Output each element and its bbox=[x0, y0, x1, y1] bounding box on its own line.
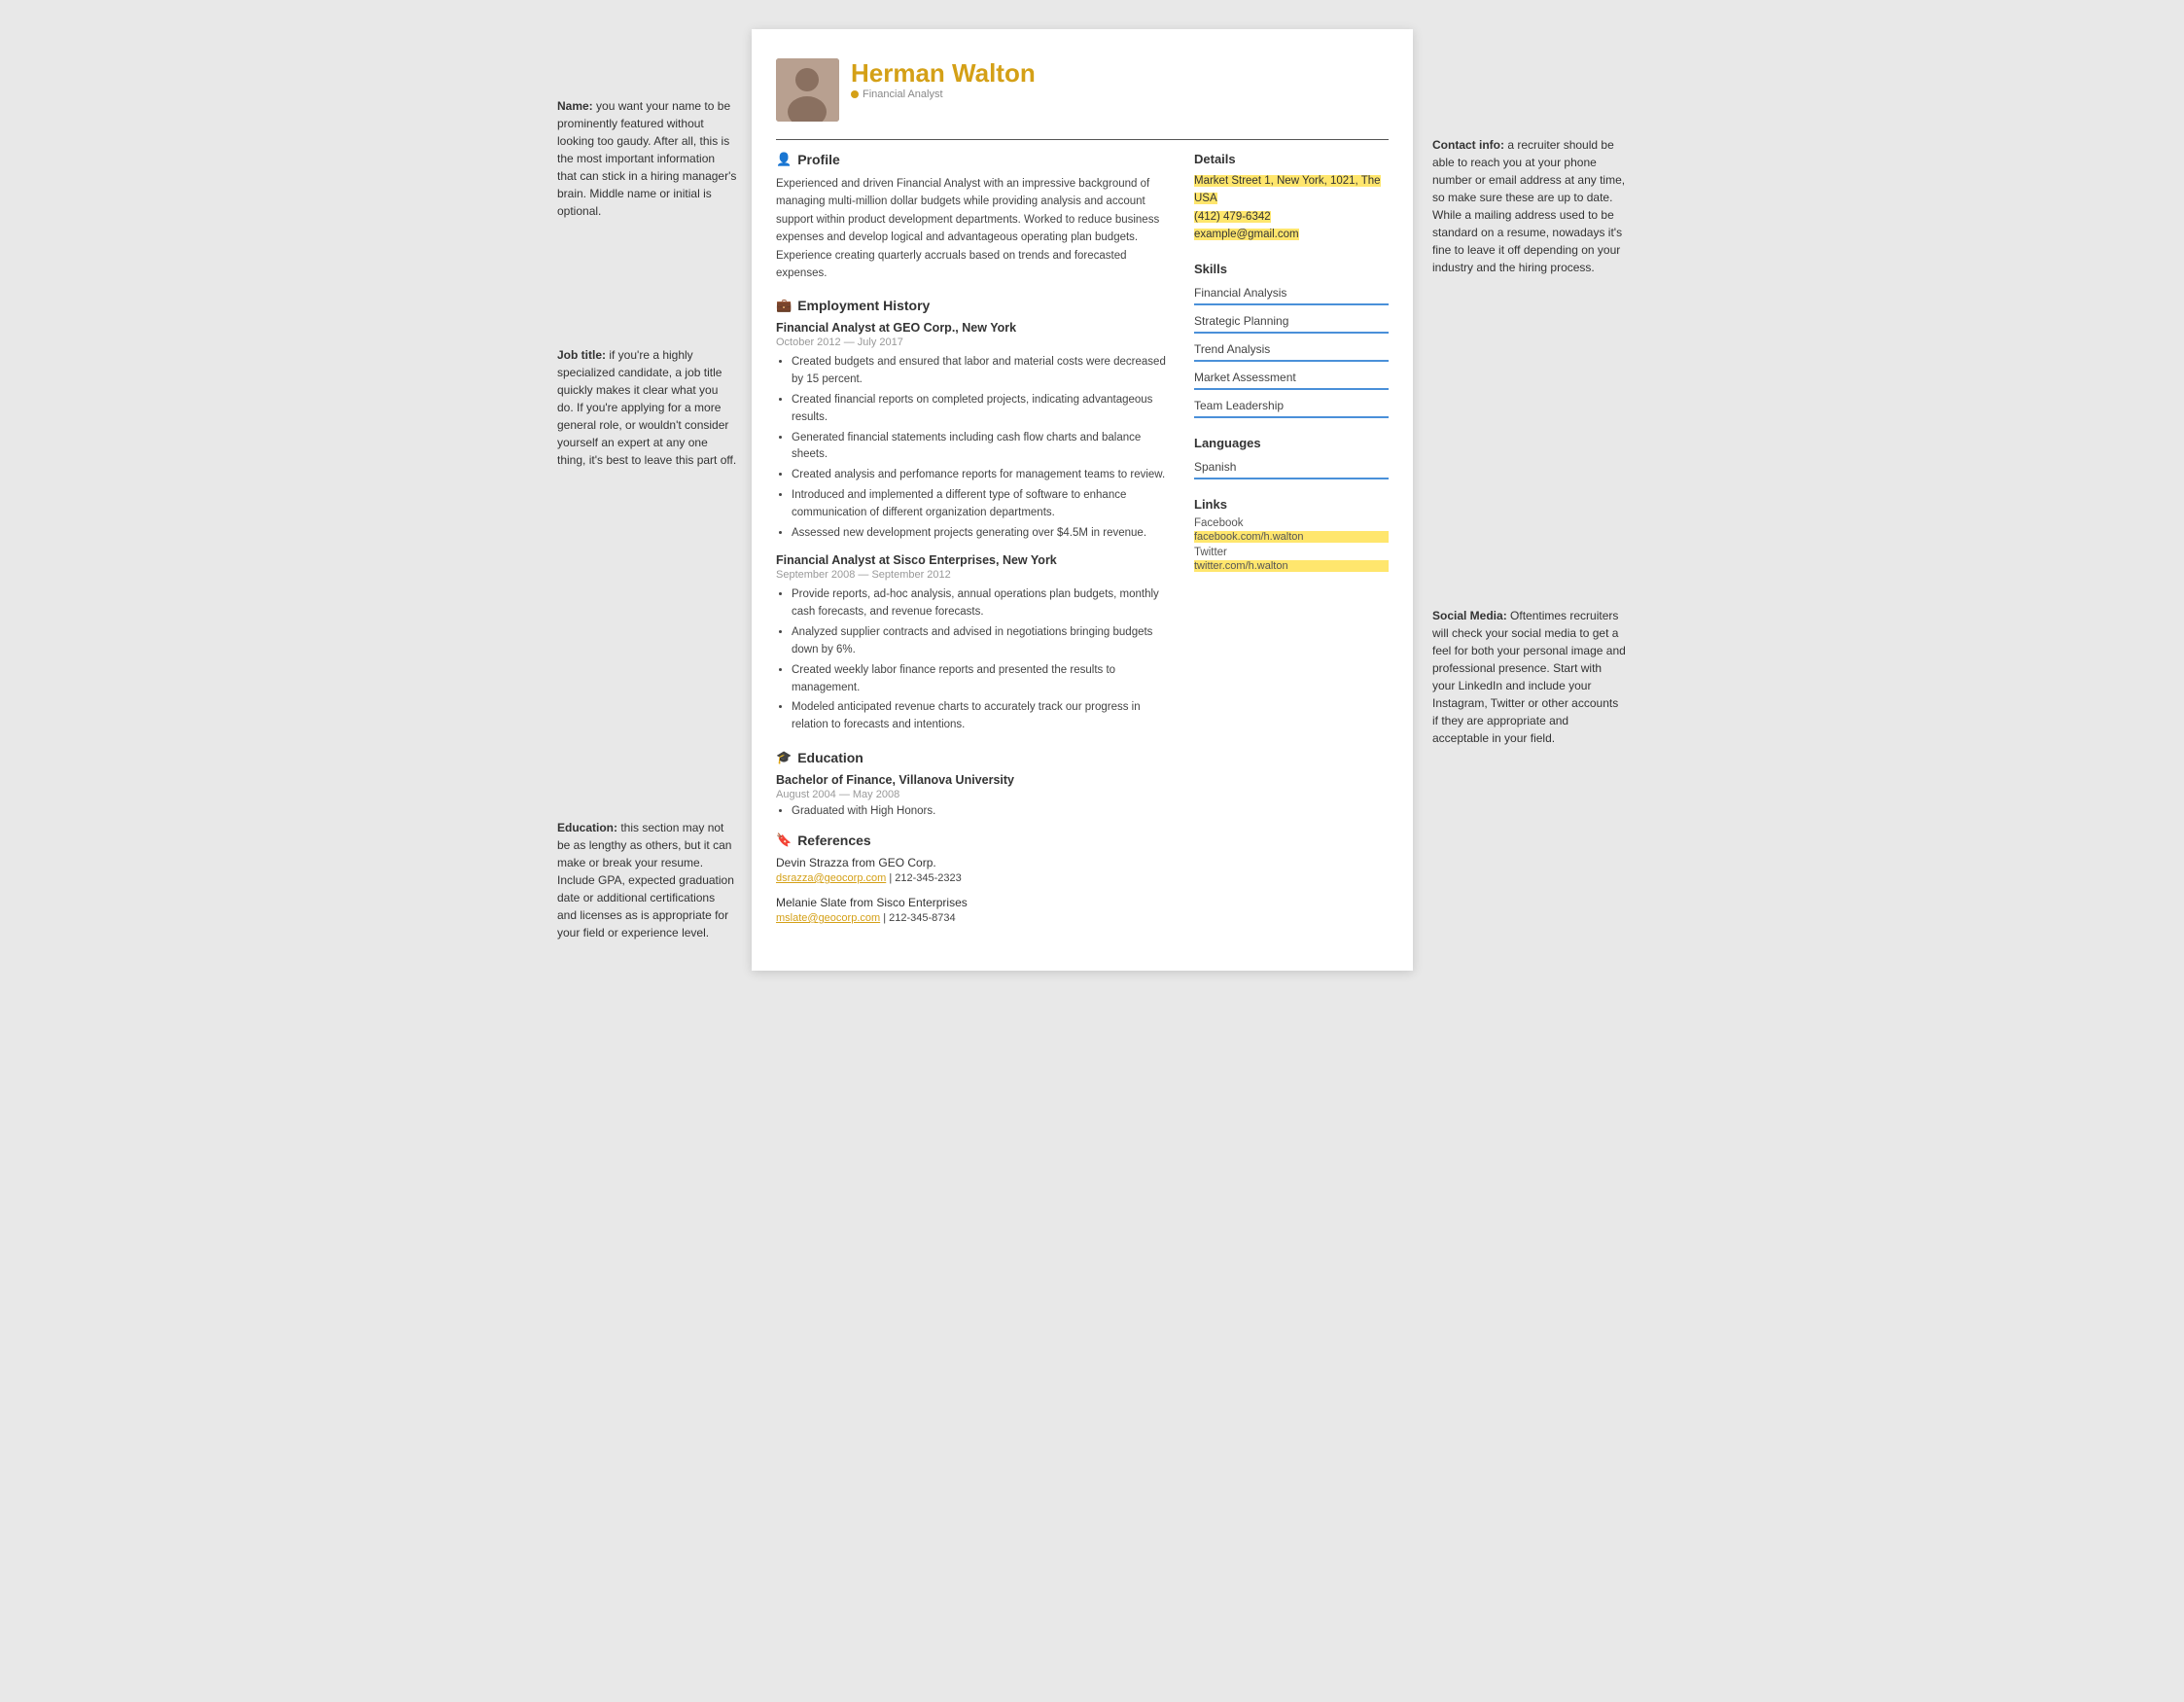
skills-title: Skills bbox=[1194, 262, 1389, 276]
education-label: Education: bbox=[557, 821, 617, 834]
contact-annotation-text: a recruiter should be able to reach you … bbox=[1432, 138, 1625, 274]
ref-2-phone: 212-345-8734 bbox=[889, 912, 956, 924]
job-1-dates: October 2012 — July 2017 bbox=[776, 337, 1175, 348]
education-icon: 🎓 bbox=[776, 750, 792, 765]
bullet: Created financial reports on completed p… bbox=[792, 392, 1175, 427]
left-annotations: Name: you want your name to be prominent… bbox=[557, 29, 752, 971]
bullet: Generated financial statements including… bbox=[792, 430, 1175, 465]
job-1-bullets: Created budgets and ensured that labor a… bbox=[776, 354, 1175, 542]
resume-body: 👤 Profile Experienced and driven Financi… bbox=[776, 152, 1389, 936]
link-1-platform: Facebook bbox=[1194, 517, 1389, 529]
candidate-avatar bbox=[776, 58, 839, 122]
bullet: Created budgets and ensured that labor a… bbox=[792, 354, 1175, 389]
resume-header: Herman Walton Financial Analyst bbox=[776, 58, 1389, 122]
header-text: Herman Walton Financial Analyst bbox=[851, 58, 1389, 100]
details-title: Details bbox=[1194, 152, 1389, 166]
employment-section-title: 💼 Employment History bbox=[776, 298, 1175, 313]
skill-5: Team Leadership bbox=[1194, 395, 1389, 418]
education-text: this section may not be as lengthy as ot… bbox=[557, 821, 734, 940]
contact-annotation: Contact info: a recruiter should be able… bbox=[1432, 136, 1627, 276]
avatar-image bbox=[776, 58, 839, 122]
job-title-annotation: Job title: if you're a highly specialize… bbox=[557, 346, 737, 469]
references-icon: 🔖 bbox=[776, 833, 792, 848]
bullet: Created analysis and perfomance reports … bbox=[792, 467, 1175, 484]
address-highlight: Market Street 1, New York, 1021, The USA bbox=[1194, 175, 1381, 204]
job-title-label: Job title: bbox=[557, 348, 606, 362]
language-1: Spanish bbox=[1194, 456, 1389, 479]
candidate-name: Herman Walton bbox=[851, 58, 1389, 89]
name-annotation-label: Name: bbox=[557, 99, 593, 113]
skill-1: Financial Analysis bbox=[1194, 282, 1389, 305]
contact-details: Market Street 1, New York, 1021, The USA… bbox=[1194, 172, 1389, 244]
ref-1-contact: dsrazza@geocorp.com | 212-345-2323 bbox=[776, 872, 1175, 884]
social-annotation: Social Media: Oftentimes recruiters will… bbox=[1432, 607, 1627, 747]
social-annotation-text: Oftentimes recruiters will check your so… bbox=[1432, 609, 1626, 745]
bullet: Modeled anticipated revenue charts to ac… bbox=[792, 699, 1175, 734]
name-annotation-text: you want your name to be prominently fea… bbox=[557, 99, 736, 218]
job-title-text: if you're a highly specialized candidate… bbox=[557, 348, 736, 467]
ref-1-phone: 212-345-2323 bbox=[895, 872, 962, 884]
bullet: Assessed new development projects genera… bbox=[792, 525, 1175, 543]
resume-sidebar: Details Market Street 1, New York, 1021,… bbox=[1194, 152, 1389, 936]
ref-2-email[interactable]: mslate@geocorp.com bbox=[776, 912, 880, 924]
resume-document: Herman Walton Financial Analyst 👤 Profil… bbox=[752, 29, 1413, 971]
bullet: Created weekly labor finance reports and… bbox=[792, 662, 1175, 697]
link-1-url[interactable]: facebook.com/h.walton bbox=[1194, 531, 1389, 543]
page-wrapper: Name: you want your name to be prominent… bbox=[557, 29, 1627, 971]
right-annotations: Contact info: a recruiter should be able… bbox=[1413, 29, 1627, 971]
edu-bullet: Graduated with High Honors. bbox=[792, 805, 1175, 817]
job-2-bullets: Provide reports, ad-hoc analysis, annual… bbox=[776, 586, 1175, 734]
profile-section-title: 👤 Profile bbox=[776, 152, 1175, 167]
candidate-title: Financial Analyst bbox=[851, 89, 1389, 100]
education-section-title: 🎓 Education bbox=[776, 750, 1175, 765]
skill-3: Trend Analysis bbox=[1194, 338, 1389, 362]
job-2-dates: September 2008 — September 2012 bbox=[776, 569, 1175, 581]
header-divider bbox=[776, 139, 1389, 140]
ref-1-name: Devin Strazza from GEO Corp. bbox=[776, 856, 1175, 869]
contact-annotation-label: Contact info: bbox=[1432, 138, 1504, 152]
education-annotation: Education: this section may not be as le… bbox=[557, 819, 737, 941]
link-2-platform: Twitter bbox=[1194, 547, 1389, 558]
job-2-title: Financial Analyst at Sisco Enterprises, … bbox=[776, 553, 1175, 567]
edu-degree: Bachelor of Finance, Villanova Universit… bbox=[776, 773, 1175, 787]
references-section-title: 🔖 References bbox=[776, 833, 1175, 848]
ref-1-email[interactable]: dsrazza@geocorp.com bbox=[776, 872, 886, 884]
job-1-title: Financial Analyst at GEO Corp., New York bbox=[776, 321, 1175, 335]
languages-title: Languages bbox=[1194, 436, 1389, 450]
skill-4: Market Assessment bbox=[1194, 367, 1389, 390]
resume-main: 👤 Profile Experienced and driven Financi… bbox=[776, 152, 1175, 936]
ref-1: Devin Strazza from GEO Corp. dsrazza@geo… bbox=[776, 856, 1175, 884]
phone-highlight: (412) 479-6342 bbox=[1194, 211, 1271, 223]
bullet: Introduced and implemented a different t… bbox=[792, 487, 1175, 522]
bullet: Analyzed supplier contracts and advised … bbox=[792, 624, 1175, 659]
ref-2-contact: mslate@geocorp.com | 212-345-8734 bbox=[776, 912, 1175, 924]
skill-2: Strategic Planning bbox=[1194, 310, 1389, 334]
social-annotation-label: Social Media: bbox=[1432, 609, 1507, 622]
email-highlight: example@gmail.com bbox=[1194, 229, 1299, 240]
profile-icon: 👤 bbox=[776, 152, 792, 167]
links-title: Links bbox=[1194, 497, 1389, 512]
link-2-url[interactable]: twitter.com/h.walton bbox=[1194, 560, 1389, 572]
ref-2-name: Melanie Slate from Sisco Enterprises bbox=[776, 896, 1175, 909]
ref-2: Melanie Slate from Sisco Enterprises msl… bbox=[776, 896, 1175, 924]
edu-dates: August 2004 — May 2008 bbox=[776, 789, 1175, 800]
profile-text: Experienced and driven Financial Analyst… bbox=[776, 175, 1175, 282]
title-dot bbox=[851, 90, 859, 98]
bullet: Provide reports, ad-hoc analysis, annual… bbox=[792, 586, 1175, 621]
employment-icon: 💼 bbox=[776, 298, 792, 313]
edu-bullets: Graduated with High Honors. bbox=[776, 805, 1175, 817]
name-annotation: Name: you want your name to be prominent… bbox=[557, 97, 737, 220]
